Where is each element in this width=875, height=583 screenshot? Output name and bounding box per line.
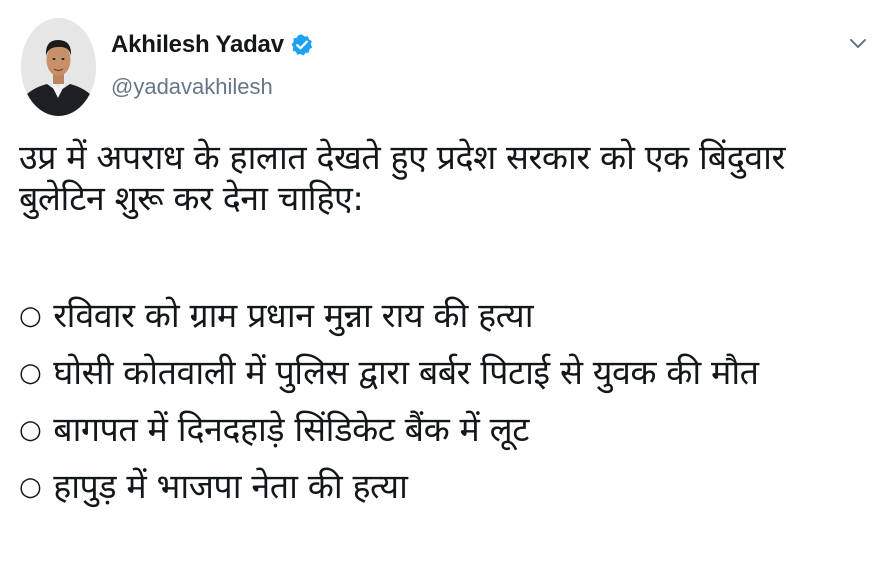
bullet-mark: ○ (19, 472, 42, 502)
bullet-text: घोसी कोतवाली में पुलिस द्वारा बर्बर पिटा… (53, 353, 759, 393)
author-name-row: Akhilesh Yadav (111, 31, 314, 59)
bullet-text: बागपत में दिनदहाड़े सिंडिकेट बैंक में लू… (53, 410, 529, 450)
bullet-mark: ○ (19, 415, 42, 445)
bullet-text: हापुड़ में भाजपा नेता की हत्या (53, 467, 408, 507)
chevron-down-icon[interactable] (848, 36, 868, 50)
author-handle[interactable]: @yadavakhilesh (111, 74, 273, 100)
bullet-item: ○ घोसी कोतवाली में पुलिस द्वारा बर्बर पि… (19, 345, 869, 402)
blank-spacer (19, 220, 869, 288)
tweet-card: Akhilesh Yadav @yadavakhilesh उप्र में अ… (0, 0, 875, 583)
bullet-mark: ○ (19, 358, 42, 388)
tweet-line: उप्र में अपराध के हालात देखते हुए प्रदेश… (19, 138, 785, 178)
bullet-item: ○ हापुड़ में भाजपा नेता की हत्या (19, 459, 869, 516)
bullet-mark: ○ (19, 301, 42, 331)
bullet-item: ○ बागपत में दिनदहाड़े सिंडिकेट बैंक में … (19, 402, 869, 459)
verified-badge-icon (290, 33, 314, 57)
author-display-name[interactable]: Akhilesh Yadav (111, 31, 284, 59)
bullet-text: रविवार को ग्राम प्रधान मुन्ना राय की हत्… (53, 296, 534, 336)
bullet-item: ○ रविवार को ग्राम प्रधान मुन्ना राय की ह… (19, 288, 869, 345)
avatar[interactable] (21, 18, 96, 116)
tweet-text: उप्र में अपराध के हालात देखते हुए प्रदेश… (19, 138, 869, 516)
tweet-line: बुलेटिन शुरू कर देना चाहिए: (19, 179, 364, 219)
